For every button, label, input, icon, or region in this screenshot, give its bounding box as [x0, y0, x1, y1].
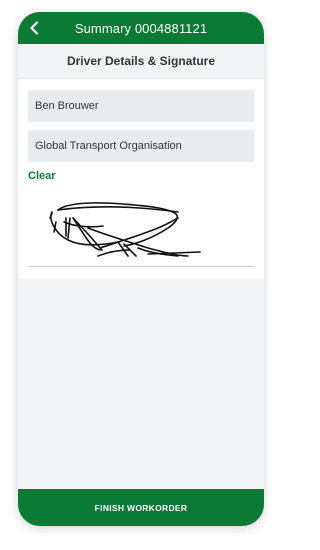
- app-header: Summary 0004881121: [18, 12, 264, 44]
- chevron-left-icon: [30, 21, 39, 35]
- clear-signature-button[interactable]: Clear: [28, 170, 56, 182]
- section-title: Driver Details & Signature: [66, 54, 216, 68]
- signature-pad[interactable]: [28, 188, 254, 267]
- back-button[interactable]: [26, 19, 44, 37]
- page-title: Summary 0004881121: [74, 20, 208, 36]
- phone-frame: Summary 0004881121 Driver Details & Sign…: [18, 12, 264, 526]
- section-header: Driver Details & Signature: [18, 44, 264, 79]
- driver-details-panel: Ben Brouwer Global Transport Organisatio…: [18, 79, 264, 279]
- signature-drawing: [49, 202, 201, 257]
- finish-workorder-label: FINISH WORKORDER: [94, 502, 188, 513]
- driver-name-field[interactable]: Ben Brouwer: [28, 90, 254, 122]
- organisation-field[interactable]: Global Transport Organisation: [28, 130, 254, 162]
- finish-workorder-button[interactable]: FINISH WORKORDER: [18, 489, 264, 526]
